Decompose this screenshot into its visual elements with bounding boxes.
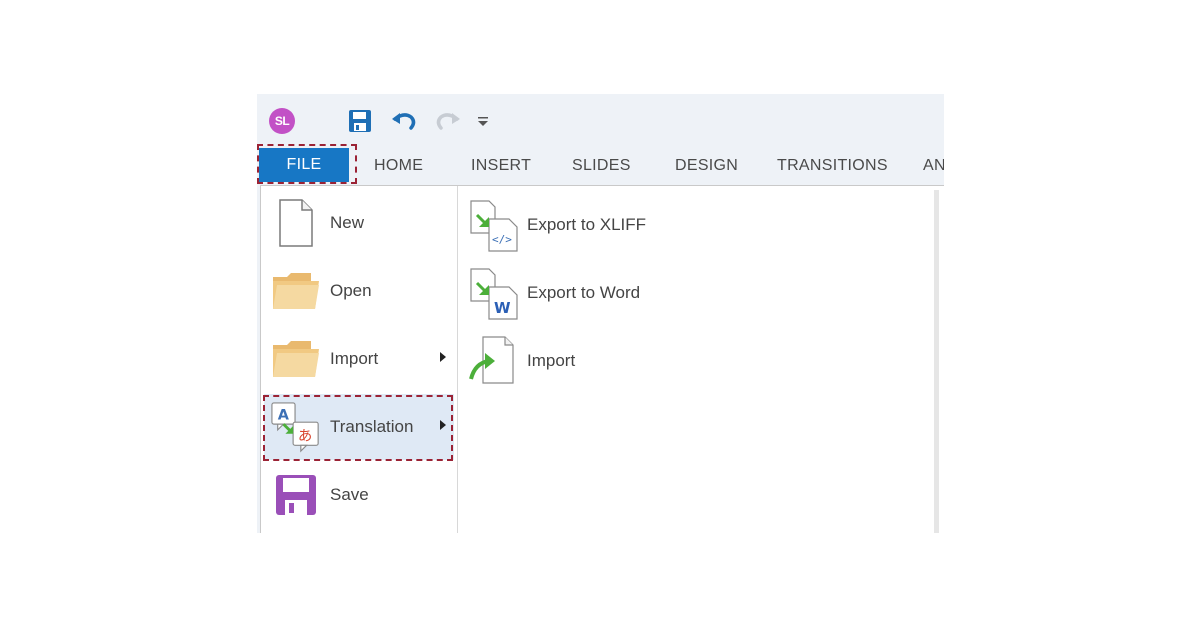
tab-design[interactable]: DESIGN [675, 146, 738, 186]
app-window: SL FILE HOME INSERT SLIDES DESIGN TRANSI… [257, 94, 944, 533]
save-icon[interactable] [347, 108, 373, 134]
new-document-icon [270, 197, 322, 249]
ribbon-tabs: FILE HOME INSERT SLIDES DESIGN TRANSITIO… [257, 146, 944, 186]
backstage-menu: New Open Import A あ Translation Save [261, 186, 458, 533]
menu-label-open: Open [330, 281, 372, 300]
scrollbar[interactable] [934, 190, 939, 533]
submenu-arrow-icon [440, 420, 446, 430]
svg-text:A: A [278, 407, 290, 423]
submenu-import[interactable]: Import [467, 328, 727, 394]
svg-text:</>: </> [492, 233, 512, 246]
app-logo[interactable]: SL [269, 108, 295, 134]
svg-text:W: W [494, 299, 511, 317]
submenu-export-xliff[interactable]: </> Export to XLIFF [467, 192, 727, 258]
tab-transitions[interactable]: TRANSITIONS [777, 146, 888, 186]
submenu-label-import: Import [527, 351, 576, 370]
customize-icon[interactable] [475, 108, 491, 134]
export-xliff-icon: </> [467, 197, 523, 253]
svg-text:あ: あ [298, 427, 312, 444]
translation-icon: A あ [270, 401, 322, 453]
submenu-export-word[interactable]: W Export to Word [467, 260, 727, 326]
submenu-arrow-icon [440, 352, 446, 362]
tab-slides[interactable]: SLIDES [572, 146, 631, 186]
menu-label-translation: Translation [330, 417, 414, 436]
menu-item-open[interactable]: Open [264, 258, 454, 324]
menu-item-new[interactable]: New [264, 190, 454, 256]
tab-home[interactable]: HOME [374, 146, 423, 186]
tab-animations-partial[interactable]: AN [923, 146, 944, 186]
tab-file[interactable]: FILE [259, 148, 349, 182]
tab-insert[interactable]: INSERT [471, 146, 531, 186]
submenu-label-export-xliff: Export to XLIFF [527, 215, 647, 234]
import-folder-icon [270, 333, 322, 385]
menu-label-new: New [330, 213, 365, 232]
menu-label-import: Import [330, 349, 379, 368]
folder-icon [270, 265, 322, 317]
redo-icon[interactable] [435, 108, 461, 134]
menu-label-save: Save [330, 485, 369, 504]
translation-submenu: </> Export to XLIFF W Export to Word Imp… [461, 186, 944, 533]
undo-icon[interactable] [391, 108, 417, 134]
app-logo-text: SL [274, 114, 290, 128]
save-icon [270, 469, 322, 521]
menu-item-translation[interactable]: A あ Translation [264, 394, 454, 460]
import-translation-icon [467, 333, 523, 389]
quick-access-toolbar: SL [257, 94, 944, 146]
export-word-icon: W [467, 265, 523, 321]
submenu-label-export-word: Export to Word [527, 283, 641, 302]
menu-item-import[interactable]: Import [264, 326, 454, 392]
file-backstage: New Open Import A あ Translation Save </>… [260, 185, 944, 533]
menu-item-save[interactable]: Save [264, 462, 454, 528]
